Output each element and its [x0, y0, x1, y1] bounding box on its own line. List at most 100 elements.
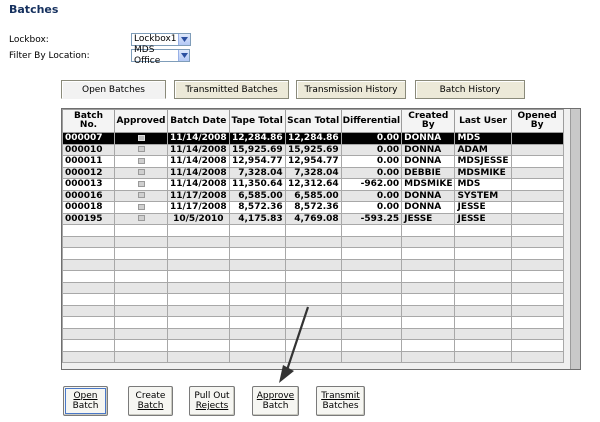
column-header-created-by[interactable]: Created By	[401, 109, 456, 133]
cell-tape-total	[228, 235, 286, 248]
table-row[interactable]: 000012 11/14/2008 7,328.04 7,328.04 0.00 DEBB…	[62, 166, 564, 179]
tab-transmitted-batches[interactable]: Transmitted Batches	[174, 80, 289, 99]
approved-checkbox[interactable]	[137, 169, 145, 176]
cell-approved	[114, 258, 168, 271]
cell-scan-total	[284, 235, 342, 248]
table-row[interactable]: 000007 11/14/2008 12,284.86 12,284.86 0.00 DO…	[62, 132, 564, 145]
cell-differential	[340, 224, 403, 237]
table-row[interactable]	[62, 224, 564, 237]
cell-last-user: JESSE	[454, 201, 512, 214]
cell-tape-total	[228, 281, 286, 294]
cell-last-user: ADAM	[454, 143, 512, 156]
cell-batch-no	[62, 224, 115, 237]
cell-batch-date	[167, 304, 230, 317]
tab-open-batches[interactable]: Open Batches	[61, 80, 166, 99]
cell-approved	[114, 316, 168, 329]
table-row[interactable]: 000195 10/5/2010 4,175.83 4,769.08 -593.25 JE…	[62, 212, 564, 225]
table-row[interactable]	[62, 270, 564, 283]
approved-checkbox[interactable]	[137, 134, 145, 141]
pull-out-rejects-button[interactable]: Pull Out Rejects	[189, 386, 235, 416]
approve-batch-button[interactable]: Approve Batch	[252, 386, 299, 416]
cell-approved	[114, 339, 168, 352]
location-select[interactable]: MDS Office	[131, 45, 190, 66]
cell-created-by: DONNA	[401, 189, 456, 202]
cell-scan-total	[284, 316, 342, 329]
cell-opened-by	[510, 166, 564, 179]
table-row[interactable]: 000013 11/14/2008 11,350.64 12,312.64 -962.0…	[62, 178, 564, 191]
grid-scrollbar[interactable]	[570, 109, 580, 369]
table-row[interactable]	[62, 304, 564, 317]
chevron-down-icon[interactable]	[178, 50, 189, 61]
cell-batch-no	[62, 235, 115, 248]
open-batch-button[interactable]: Open Batch	[63, 386, 108, 416]
cell-scan-total	[284, 281, 342, 294]
cell-differential: 0.00	[340, 155, 403, 168]
cell-approved	[114, 155, 168, 168]
cell-batch-no: 000016	[62, 189, 115, 202]
approved-checkbox[interactable]	[137, 146, 145, 153]
table-row[interactable]: 000018 11/17/2008 8,572.36 8,572.36 0.00 DONN…	[62, 201, 564, 214]
column-header-opened-by[interactable]: Opened By	[510, 109, 564, 133]
cell-scan-total: 15,925.69	[284, 143, 342, 156]
cell-tape-total	[228, 304, 286, 317]
column-header-scan-total[interactable]: Scan Total	[284, 109, 342, 133]
cell-tape-total	[228, 350, 286, 363]
location-value: MDS Office	[134, 44, 161, 66]
tab-transmission-history[interactable]: Transmission History	[296, 80, 406, 99]
approved-checkbox[interactable]	[137, 203, 145, 210]
cell-scan-total: 12,954.77	[284, 155, 342, 168]
cell-opened-by	[510, 339, 564, 352]
cell-created-by	[401, 327, 456, 340]
column-header-approved[interactable]: Approved	[114, 109, 168, 133]
cell-opened-by	[510, 143, 564, 156]
cell-last-user: SYSTEM	[454, 189, 512, 202]
approved-checkbox[interactable]	[137, 192, 145, 199]
cell-tape-total	[228, 293, 286, 306]
table-row[interactable]	[62, 293, 564, 306]
transmit-batches-button[interactable]: Transmit Batches	[316, 386, 365, 416]
cell-created-by	[401, 316, 456, 329]
cell-differential	[340, 316, 403, 329]
approved-checkbox[interactable]	[137, 215, 145, 222]
lockbox-value: Lockbox1	[134, 34, 177, 44]
table-row[interactable]	[62, 316, 564, 329]
cell-scan-total	[284, 270, 342, 283]
table-row[interactable]	[62, 339, 564, 352]
table-row[interactable]	[62, 247, 564, 260]
table-row[interactable]: 000011 11/14/2008 12,954.77 12,954.77 0.00 DO…	[62, 155, 564, 168]
chevron-down-icon[interactable]	[178, 34, 190, 45]
cell-scan-total: 4,769.08	[284, 212, 342, 225]
table-row[interactable]	[62, 281, 564, 294]
approved-checkbox[interactable]	[137, 180, 145, 187]
cell-created-by	[401, 235, 456, 248]
cell-opened-by	[510, 327, 564, 340]
column-header-differential[interactable]: Differential	[340, 109, 403, 133]
cell-differential: 0.00	[340, 132, 403, 145]
location-label: Filter By Location:	[9, 51, 90, 61]
cell-differential	[340, 247, 403, 260]
column-header-batch-no[interactable]: Batch No.	[62, 109, 115, 133]
cell-differential: 0.00	[340, 201, 403, 214]
page-title: Batches	[9, 3, 59, 16]
table-row[interactable]	[62, 235, 564, 248]
cell-last-user	[454, 293, 512, 306]
cell-batch-no: 000013	[62, 178, 115, 191]
cell-batch-no: 000195	[62, 212, 115, 225]
cell-last-user	[454, 281, 512, 294]
cell-last-user: MDS	[454, 132, 512, 145]
batches-grid[interactable]: Batch No. Approved Batch Date Tape Total…	[61, 108, 581, 370]
create-batch-button[interactable]: Create Batch	[128, 386, 173, 416]
cell-opened-by	[510, 247, 564, 260]
cell-approved	[114, 293, 168, 306]
cell-last-user	[454, 247, 512, 260]
table-row[interactable]: 000010 11/14/2008 15,925.69 15,925.69 0.00 DO…	[62, 143, 564, 156]
tab-batch-history[interactable]: Batch History	[415, 80, 525, 99]
table-row[interactable]	[62, 327, 564, 340]
table-row[interactable]	[62, 350, 564, 363]
column-header-last-user[interactable]: Last User	[454, 109, 512, 133]
column-header-tape-total[interactable]: Tape Total	[228, 109, 286, 133]
table-row[interactable]	[62, 258, 564, 271]
table-row[interactable]: 000016 11/17/2008 6,585.00 6,585.00 0.00 DONN…	[62, 189, 564, 202]
column-header-batch-date[interactable]: Batch Date	[167, 109, 230, 133]
approved-checkbox[interactable]	[137, 157, 145, 164]
